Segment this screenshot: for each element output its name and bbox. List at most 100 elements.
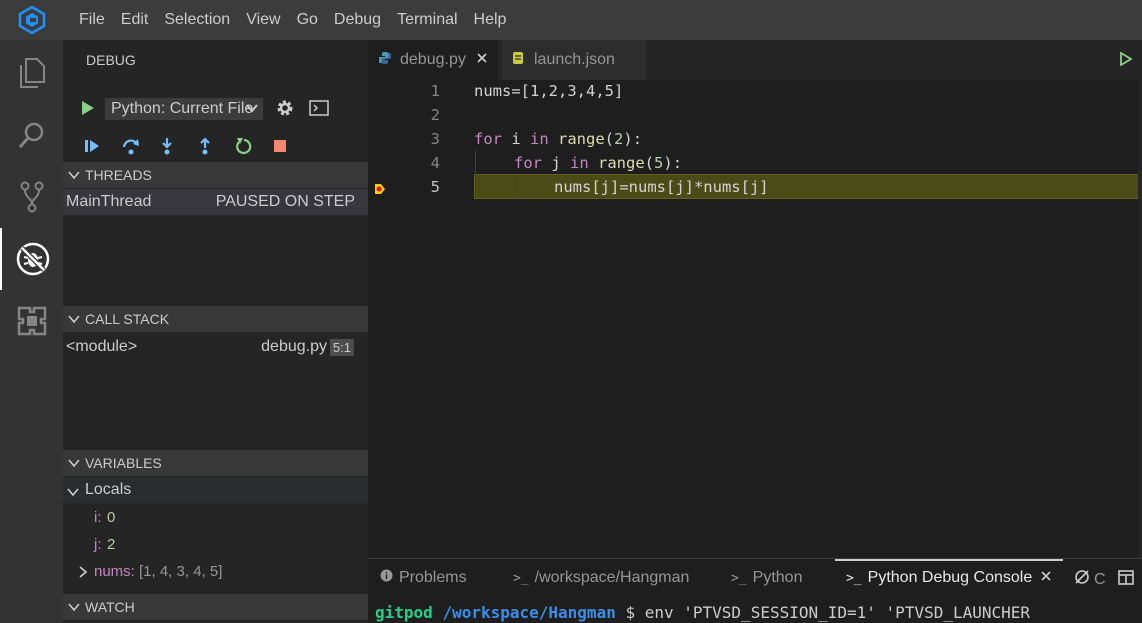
indent-guide — [515, 176, 516, 198]
code-editor[interactable]: 1 2 3 4 5 nums=[1,2,3,4,5] for i in rang… — [368, 80, 1142, 558]
variable-value: [1, 4, 3, 4, 5] — [139, 562, 223, 580]
panel-extra-label[interactable]: C — [1094, 571, 1106, 589]
line-number: 5 — [430, 178, 440, 196]
punctuation: ( — [644, 154, 655, 172]
call-stack-section-header[interactable]: CALL STACK — [63, 306, 368, 332]
tab-label: /workspace/Hangman — [534, 569, 690, 586]
chevron-right-icon[interactable] — [78, 565, 88, 582]
tab-label: Python — [752, 569, 803, 586]
editor-scrollbar[interactable] — [1138, 80, 1142, 558]
menu-terminal[interactable]: Terminal — [389, 0, 465, 40]
variable-row[interactable]: j: 2 — [63, 531, 368, 557]
split-panel-icon[interactable] — [1117, 569, 1134, 590]
identifier: i — [502, 130, 530, 148]
tab-debug-py[interactable]: debug.py — [368, 40, 498, 80]
watch-header-label: WATCH — [85, 599, 135, 615]
keyword: in — [570, 154, 589, 172]
chevron-down-icon — [245, 101, 259, 120]
gear-icon[interactable] — [275, 98, 295, 121]
tab-terminal-hangman[interactable]: >_ /workspace/Hangman — [513, 569, 689, 587]
search-icon[interactable] — [0, 104, 63, 166]
app-logo-icon[interactable] — [0, 0, 63, 40]
thread-status: PAUSED ON STEP — [215, 193, 355, 210]
variable-name: i: — [94, 508, 102, 526]
number-literal: 5 — [654, 154, 664, 172]
debug-console-icon[interactable] — [309, 99, 329, 119]
terminal-icon: >_ — [513, 570, 529, 586]
code-line-5: nums[j]=nums[j]*nums[j] — [554, 178, 769, 196]
call-stack-header-label: CALL STACK — [85, 311, 170, 327]
json-file-icon — [512, 51, 524, 70]
sidebar-title: DEBUG — [86, 52, 136, 68]
bottom-panel: Problems >_ /workspace/Hangman >_ Python… — [368, 558, 1142, 623]
line-number: 3 — [430, 130, 440, 148]
tab-python-debug-console[interactable]: >_ Python Debug Console — [846, 569, 1052, 587]
tab-label: Python Debug Console — [867, 569, 1033, 586]
explorer-icon[interactable] — [0, 42, 63, 104]
step-over-icon[interactable] — [119, 134, 157, 158]
menu-go[interactable]: Go — [289, 0, 326, 40]
tab-launch-json[interactable]: launch.json — [502, 40, 646, 80]
terminal-command: $ env 'PTVSD_SESSION_ID=1' 'PTVSD_LAUNCH… — [615, 603, 1031, 622]
line-number: 2 — [430, 106, 440, 124]
variable-row[interactable]: nums: [1, 4, 3, 4, 5] — [63, 558, 368, 584]
punctuation: ): — [623, 130, 643, 148]
menu-debug[interactable]: Debug — [326, 0, 389, 40]
continue-icon[interactable] — [81, 134, 119, 158]
tab-problems[interactable]: Problems — [380, 569, 467, 587]
variables-header-label: VARIABLES — [85, 455, 162, 471]
threads-section-header[interactable]: THREADS — [63, 162, 368, 188]
step-into-icon[interactable] — [157, 134, 195, 158]
tab-label: Problems — [399, 569, 467, 586]
chevron-down-icon — [63, 458, 85, 468]
menu-edit[interactable]: Edit — [113, 0, 157, 40]
menu-help[interactable]: Help — [466, 0, 515, 40]
menu-file[interactable]: File — [63, 0, 113, 40]
thread-row[interactable]: MainThread PAUSED ON STEP — [63, 189, 368, 215]
line-number: 4 — [430, 154, 440, 172]
terminal-path: /workspace/Hangman — [442, 603, 616, 622]
run-file-icon[interactable] — [1120, 51, 1133, 69]
keyword: in — [530, 130, 549, 148]
debug-sidebar: DEBUG Python: Current File THREADS MainT… — [63, 40, 368, 623]
keyword: for — [474, 130, 502, 148]
chevron-down-icon — [63, 602, 85, 612]
variable-name: nums: — [94, 562, 135, 580]
punctuation: ): — [663, 154, 683, 172]
stack-frame-row[interactable]: <module> debug.py 5:1 — [63, 334, 368, 360]
stop-icon[interactable] — [271, 134, 309, 158]
menu-selection[interactable]: Selection — [156, 0, 238, 40]
source-control-icon[interactable] — [0, 166, 63, 228]
tab-terminal-python[interactable]: >_ Python — [731, 569, 802, 587]
menu-view[interactable]: View — [238, 0, 288, 40]
watch-section-header[interactable]: WATCH — [63, 594, 368, 620]
variable-name: j: — [94, 535, 102, 553]
close-icon[interactable] — [476, 51, 488, 69]
punctuation: ( — [604, 130, 615, 148]
close-icon[interactable] — [1040, 569, 1052, 587]
stack-frame-position-badge: 5:1 — [329, 338, 354, 356]
stack-frame-name: <module> — [66, 338, 138, 355]
extensions-icon[interactable] — [0, 290, 63, 352]
variables-section-header[interactable]: VARIABLES — [63, 450, 368, 476]
restart-icon[interactable] — [233, 134, 271, 158]
number-literal: 2 — [614, 130, 624, 148]
debug-icon[interactable] — [0, 228, 63, 290]
activity-bar — [0, 40, 63, 623]
active-tab-indicator — [835, 559, 1063, 561]
debug-toolbar — [81, 134, 309, 158]
terminal-icon: >_ — [846, 570, 862, 586]
start-debugging-icon[interactable] — [81, 100, 95, 119]
locals-scope-row[interactable]: Locals — [63, 477, 368, 503]
debug-config-select[interactable]: Python: Current File — [105, 98, 263, 120]
terminal-output-line[interactable]: gitpod /workspace/Hangman $ env 'PTVSD_S… — [375, 603, 1030, 622]
clear-icon[interactable] — [1074, 569, 1090, 590]
variable-row[interactable]: i: 0 — [63, 504, 368, 530]
step-out-icon[interactable] — [195, 134, 233, 158]
threads-header-label: THREADS — [85, 167, 152, 183]
keyword: for — [514, 154, 542, 172]
identifier: j — [542, 154, 570, 172]
locals-scope-label: Locals — [85, 481, 132, 498]
debug-config-bar: Python: Current File — [81, 96, 329, 122]
tab-label: debug.py — [400, 51, 466, 68]
